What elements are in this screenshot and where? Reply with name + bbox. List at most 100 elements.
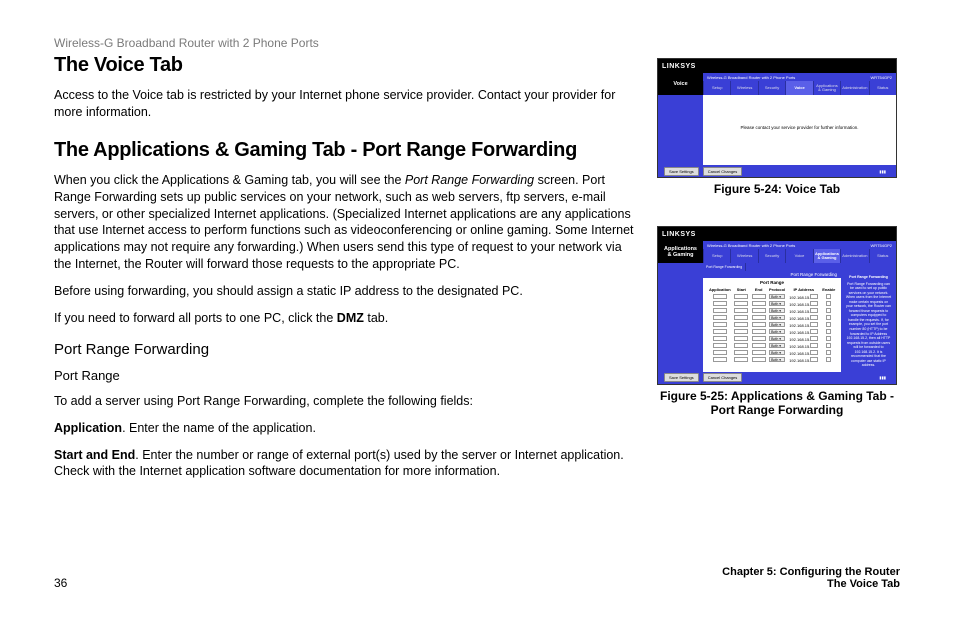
end-input[interactable]: [752, 357, 766, 362]
protocol-select[interactable]: Both ▾: [769, 294, 785, 299]
nav-tab[interactable]: Wireless: [730, 81, 757, 95]
active-section-label: Voice: [658, 73, 703, 95]
save-settings-button[interactable]: Save Settings: [664, 167, 699, 176]
figure-5-24-caption: Figure 5-24: Voice Tab: [654, 182, 900, 196]
application-input[interactable]: [713, 350, 727, 355]
nav-tab[interactable]: Administration: [840, 81, 868, 95]
cancel-changes-button[interactable]: Cancel Changes: [703, 167, 743, 176]
model-label: WRT54GP2: [871, 75, 893, 80]
protocol-select[interactable]: Both ▾: [769, 350, 785, 355]
application-input[interactable]: [713, 336, 727, 341]
protocol-select[interactable]: Both ▾: [769, 336, 785, 341]
figure-5-24: LINKSYS Voice Wireless-G Broadband Route…: [654, 58, 900, 196]
enable-checkbox[interactable]: [826, 357, 831, 362]
enable-checkbox[interactable]: [826, 343, 831, 348]
application-input[interactable]: [713, 315, 727, 320]
nav-tab[interactable]: Applications & Gaming: [813, 81, 840, 95]
chapter-line-2: The Voice Tab: [722, 578, 900, 590]
protocol-select[interactable]: Both ▾: [769, 357, 785, 362]
secondary-tab[interactable]: Port Range Forwarding: [703, 263, 746, 271]
application-input[interactable]: [713, 308, 727, 313]
enable-checkbox[interactable]: [826, 336, 831, 341]
start-input[interactable]: [734, 294, 748, 299]
nav-tab[interactable]: Voice: [785, 249, 812, 263]
ip-suffix-input[interactable]: [810, 315, 818, 320]
enable-checkbox[interactable]: [826, 329, 831, 334]
nav-tab[interactable]: Status: [869, 81, 896, 95]
protocol-select[interactable]: Both ▾: [769, 315, 785, 320]
ip-prefix: 192.168.15.: [789, 344, 810, 349]
ip-suffix-input[interactable]: [810, 343, 818, 348]
protocol-select[interactable]: Both ▾: [769, 322, 785, 327]
ip-suffix-input[interactable]: [810, 322, 818, 327]
add-server-paragraph: To add a server using Port Range Forward…: [54, 393, 634, 410]
end-input[interactable]: [752, 329, 766, 334]
linksys-logo: LINKSYS: [662, 231, 696, 238]
end-input[interactable]: [752, 301, 766, 306]
cancel-changes-button[interactable]: Cancel Changes: [703, 373, 743, 382]
nav-tab[interactable]: Status: [869, 249, 896, 263]
enable-checkbox[interactable]: [826, 308, 831, 313]
start-input[interactable]: [734, 336, 748, 341]
chapter-line-1: Chapter 5: Configuring the Router: [722, 566, 900, 578]
ip-suffix-input[interactable]: [810, 301, 818, 306]
ip-suffix-input[interactable]: [810, 329, 818, 334]
end-input[interactable]: [752, 308, 766, 313]
end-input[interactable]: [752, 343, 766, 348]
start-input[interactable]: [734, 357, 748, 362]
ip-suffix-input[interactable]: [810, 357, 818, 362]
start-input[interactable]: [734, 329, 748, 334]
nav-tab[interactable]: Setup: [703, 81, 730, 95]
protocol-select[interactable]: Both ▾: [769, 308, 785, 313]
main-column: The Voice Tab Access to the Voice tab is…: [54, 54, 634, 490]
start-input[interactable]: [734, 315, 748, 320]
protocol-select[interactable]: Both ▾: [769, 301, 785, 306]
nav-tab[interactable]: Voice: [785, 81, 812, 95]
enable-checkbox[interactable]: [826, 301, 831, 306]
section-heading: Port Range: [707, 280, 837, 285]
application-input[interactable]: [713, 294, 727, 299]
start-input[interactable]: [734, 301, 748, 306]
start-input[interactable]: [734, 350, 748, 355]
column-header: End: [750, 286, 767, 293]
nav-tab[interactable]: Setup: [703, 249, 730, 263]
end-input[interactable]: [752, 322, 766, 327]
save-settings-button[interactable]: Save Settings: [664, 373, 699, 382]
application-input[interactable]: [713, 343, 727, 348]
start-input[interactable]: [734, 343, 748, 348]
end-input[interactable]: [752, 336, 766, 341]
end-input[interactable]: [752, 350, 766, 355]
nav-tab[interactable]: Wireless: [730, 249, 757, 263]
page-footer: 36 Chapter 5: Configuring the Router The…: [54, 566, 900, 590]
column-header: Protocol: [767, 286, 787, 293]
enable-checkbox[interactable]: [826, 322, 831, 327]
application-input[interactable]: [713, 322, 727, 327]
application-input[interactable]: [713, 301, 727, 306]
start-input[interactable]: [734, 308, 748, 313]
nav-tab[interactable]: Security: [758, 249, 785, 263]
model-label: WRT54GP2: [871, 243, 893, 248]
column-header: Start: [733, 286, 750, 293]
nav-tab[interactable]: Administration: [840, 249, 868, 263]
ip-prefix: 192.168.15.: [789, 309, 810, 314]
ip-suffix-input[interactable]: [810, 336, 818, 341]
enable-checkbox[interactable]: [826, 350, 831, 355]
nav-tab[interactable]: Applications & Gaming: [813, 249, 840, 263]
heading-apps-gaming: The Applications & Gaming Tab - Port Ran…: [54, 139, 634, 162]
end-input[interactable]: [752, 294, 766, 299]
end-input[interactable]: [752, 315, 766, 320]
help-text: Port Range Forwarding can be used to set…: [845, 282, 892, 368]
nav-tab[interactable]: Security: [758, 81, 785, 95]
enable-checkbox[interactable]: [826, 315, 831, 320]
ip-suffix-input[interactable]: [810, 294, 818, 299]
table-row: Both ▾192.168.15.: [707, 314, 837, 321]
ip-suffix-input[interactable]: [810, 308, 818, 313]
protocol-select[interactable]: Both ▾: [769, 343, 785, 348]
ip-suffix-input[interactable]: [810, 350, 818, 355]
text-span-italic: Port Range Forwarding: [405, 173, 534, 187]
application-input[interactable]: [713, 357, 727, 362]
enable-checkbox[interactable]: [826, 294, 831, 299]
start-input[interactable]: [734, 322, 748, 327]
protocol-select[interactable]: Both ▾: [769, 329, 785, 334]
application-input[interactable]: [713, 329, 727, 334]
